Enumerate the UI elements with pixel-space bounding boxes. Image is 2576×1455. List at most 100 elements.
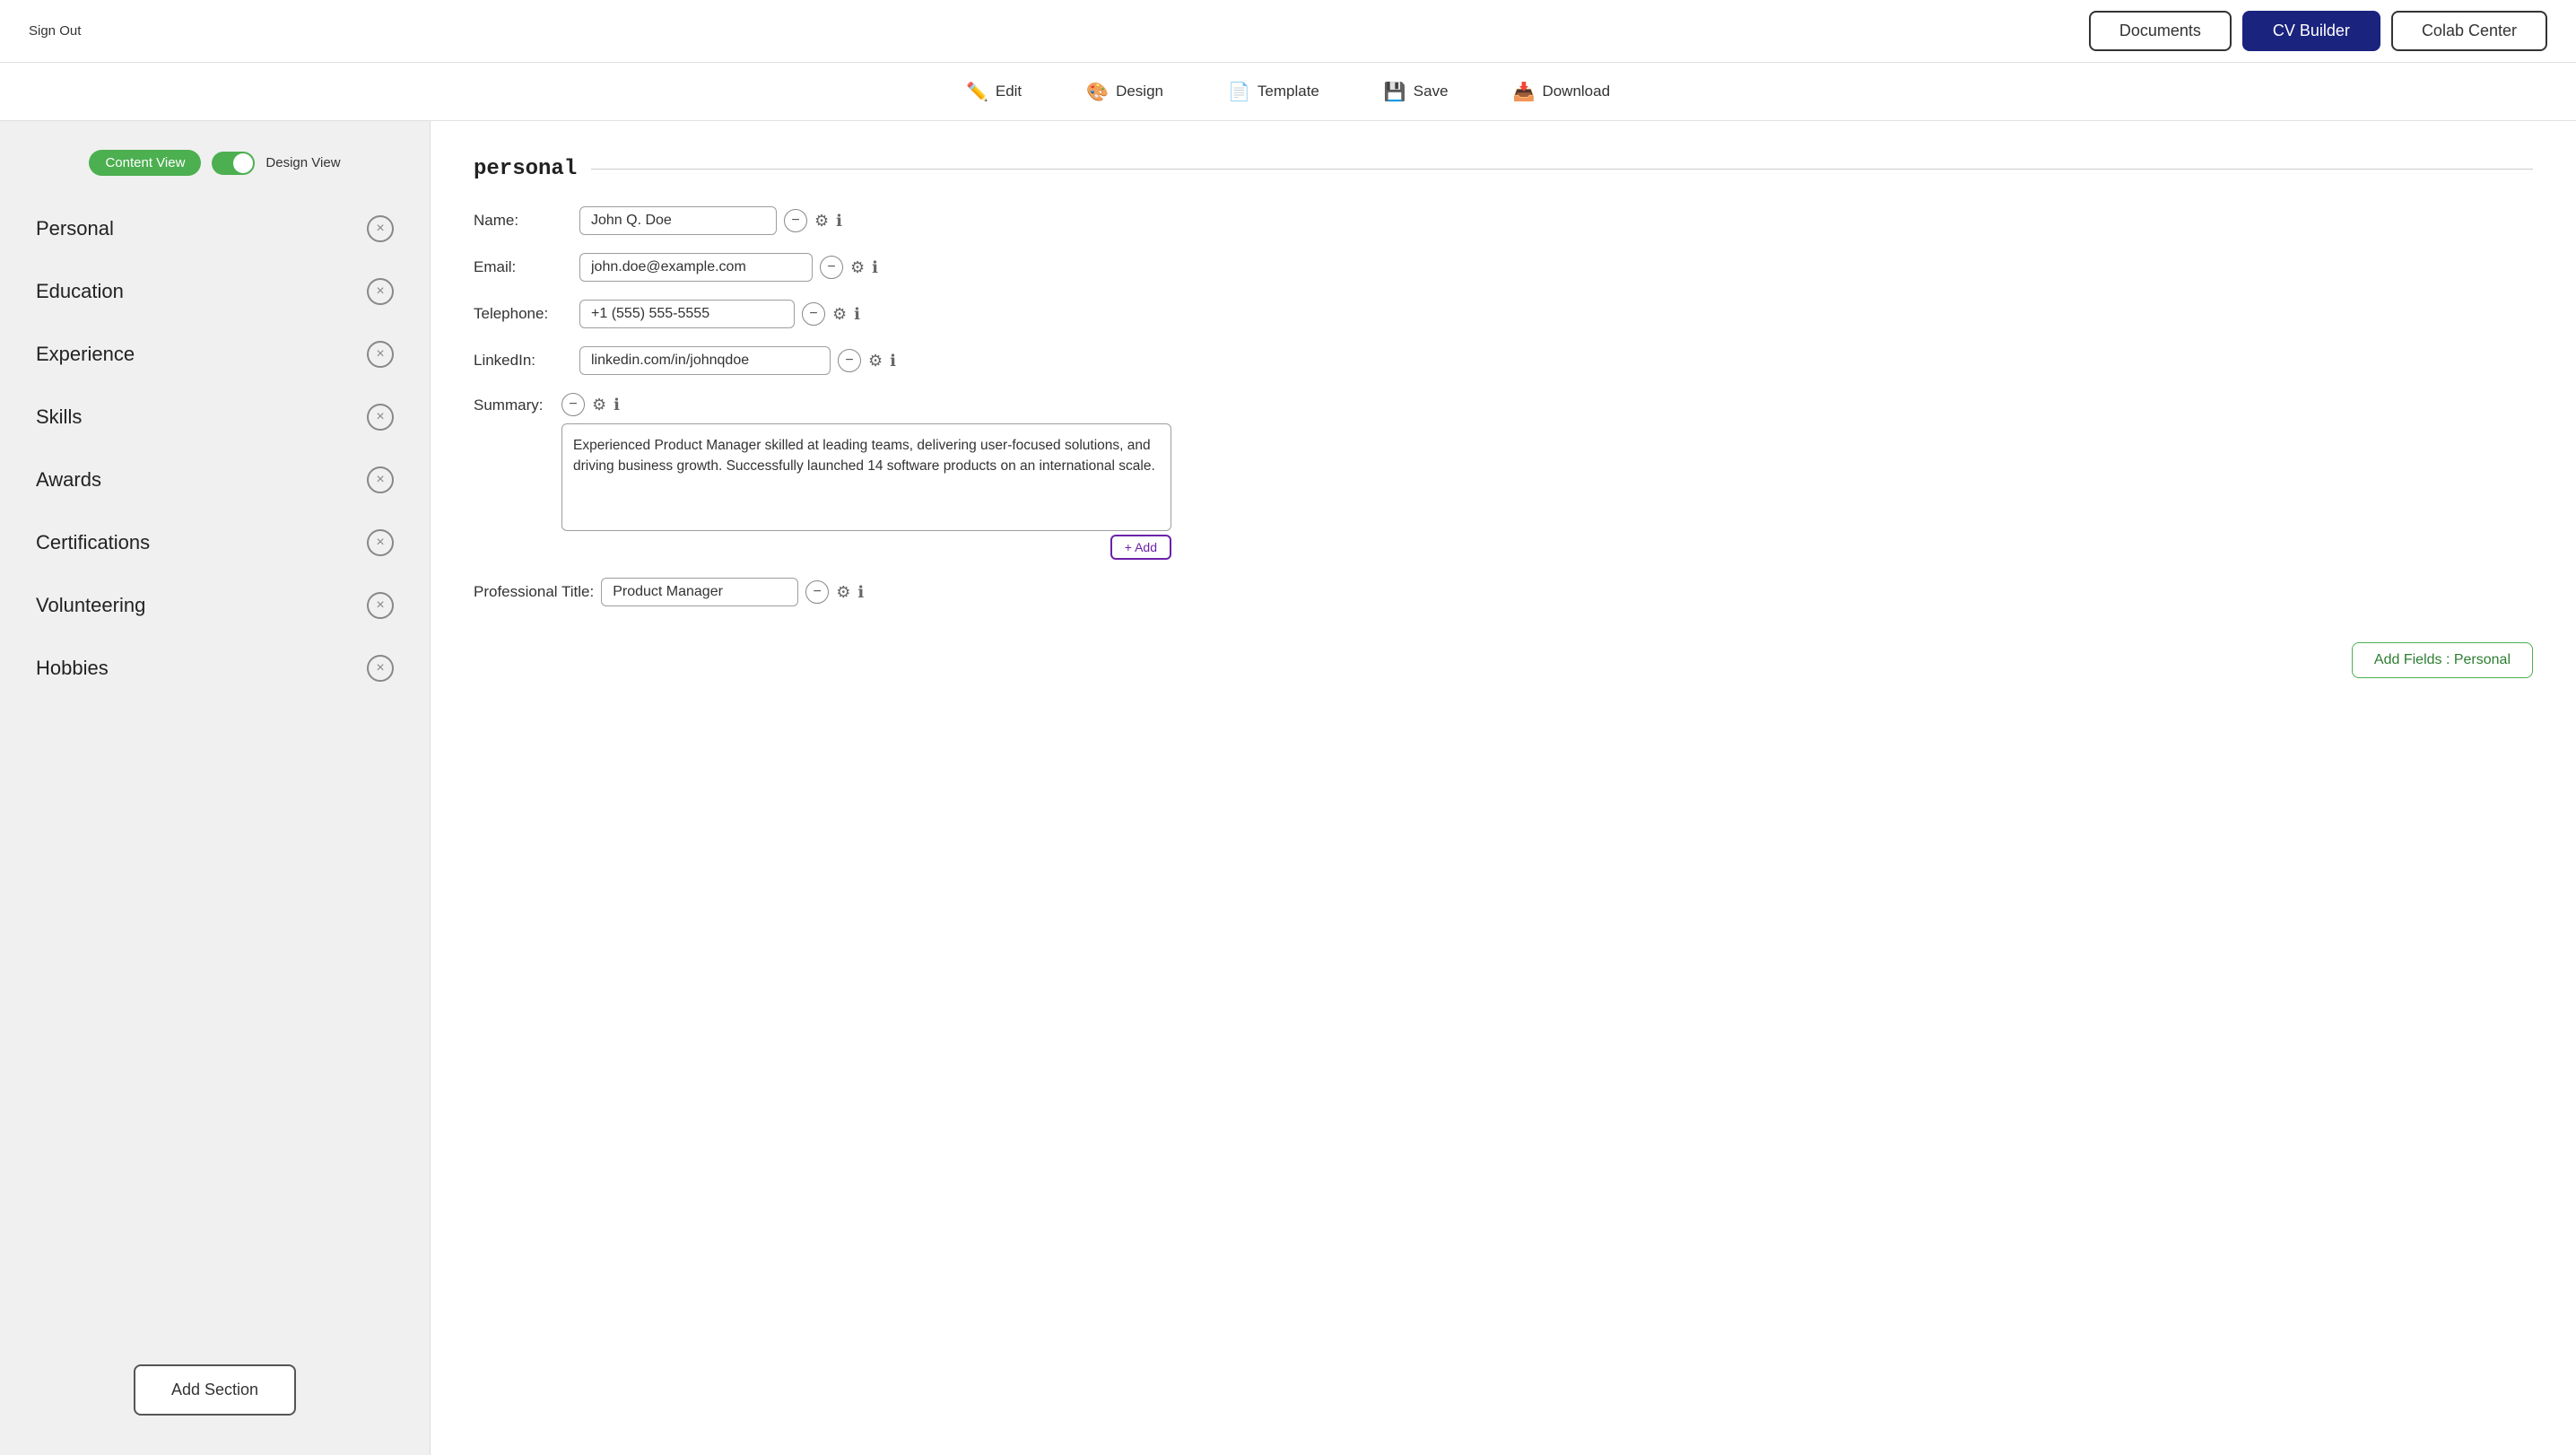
professional-title-remove-button[interactable]: − (805, 580, 829, 604)
professional-title-label: Professional Title: (474, 583, 594, 601)
summary-field-row: Summary: − ⚙ ℹ Experienced Product Manag… (474, 393, 2533, 560)
sidebar-item-skills[interactable]: Skills × (14, 386, 415, 449)
toolbar-edit-label: Edit (996, 83, 1022, 100)
sidebar-item-volunteering-label: Volunteering (36, 594, 145, 617)
toolbar-design[interactable]: 🎨 Design (1075, 75, 1174, 109)
sidebar-item-hobbies[interactable]: Hobbies × (14, 637, 415, 700)
professional-title-input[interactable] (601, 578, 798, 606)
telephone-field-row: Telephone: − ⚙ ℹ (474, 300, 2533, 328)
linkedin-input[interactable] (579, 346, 831, 375)
view-toggle-switch[interactable] (212, 152, 255, 175)
save-icon: 💾 (1384, 81, 1406, 103)
section-title-line (591, 169, 2533, 170)
template-icon: 📄 (1228, 81, 1250, 103)
professional-title-gear-icon[interactable]: ⚙ (836, 583, 850, 602)
toolbar: ✏️ Edit 🎨 Design 📄 Template 💾 Save 📥 Dow… (0, 63, 2576, 121)
main-layout: Content View Design View Personal × Educ… (0, 121, 2576, 1455)
summary-label: Summary: (474, 393, 554, 414)
add-fields-container: Add Fields : Personal (474, 628, 2533, 678)
nav-buttons: Documents CV Builder Colab Center (2089, 11, 2547, 51)
toolbar-template-label: Template (1258, 83, 1319, 100)
sidebar-item-certifications[interactable]: Certifications × (14, 511, 415, 574)
email-remove-button[interactable]: − (820, 256, 843, 279)
telephone-label: Telephone: (474, 305, 572, 323)
remove-experience-button[interactable]: × (367, 341, 394, 368)
toolbar-save-label: Save (1414, 83, 1449, 100)
linkedin-field-row: LinkedIn: − ⚙ ℹ (474, 346, 2533, 375)
toolbar-save[interactable]: 💾 Save (1373, 75, 1459, 109)
design-icon: 🎨 (1086, 81, 1109, 103)
remove-education-button[interactable]: × (367, 278, 394, 305)
email-field-row: Email: − ⚙ ℹ (474, 253, 2533, 282)
remove-certifications-button[interactable]: × (367, 529, 394, 556)
content-view-label: Content View (89, 150, 201, 176)
sidebar-item-certifications-label: Certifications (36, 531, 150, 554)
name-field-row: Name: − ⚙ ℹ (474, 206, 2533, 235)
telephone-info-icon[interactable]: ℹ (854, 305, 860, 324)
email-gear-icon[interactable]: ⚙ (850, 258, 865, 277)
sidebar-item-skills-label: Skills (36, 405, 82, 429)
remove-skills-button[interactable]: × (367, 404, 394, 431)
sidebar-item-awards-label: Awards (36, 468, 101, 492)
summary-remove-button[interactable]: − (561, 393, 585, 416)
telephone-gear-icon[interactable]: ⚙ (832, 305, 847, 324)
professional-title-info-icon[interactable]: ℹ (857, 583, 864, 602)
toolbar-download[interactable]: 📥 Download (1502, 75, 1622, 109)
remove-awards-button[interactable]: × (367, 466, 394, 493)
name-gear-icon[interactable]: ⚙ (814, 212, 829, 231)
summary-top-controls: − ⚙ ℹ (561, 393, 1171, 416)
download-icon: 📥 (1513, 81, 1536, 103)
name-input[interactable] (579, 206, 777, 235)
top-nav: Sign Out Documents CV Builder Colab Cent… (0, 0, 2576, 63)
edit-icon: ✏️ (966, 81, 988, 103)
sidebar-item-awards[interactable]: Awards × (14, 449, 415, 511)
linkedin-info-icon[interactable]: ℹ (890, 352, 896, 370)
name-remove-button[interactable]: − (784, 209, 807, 232)
linkedin-remove-button[interactable]: − (838, 349, 861, 372)
email-info-icon[interactable]: ℹ (872, 258, 878, 277)
view-toggle: Content View Design View (0, 139, 430, 197)
colab-center-button[interactable]: Colab Center (2391, 11, 2547, 51)
documents-button[interactable]: Documents (2089, 11, 2232, 51)
telephone-remove-button[interactable]: − (802, 302, 825, 326)
sidebar-items: Personal × Education × Experience × Skil… (0, 197, 430, 1343)
linkedin-gear-icon[interactable]: ⚙ (868, 352, 883, 370)
email-input[interactable] (579, 253, 813, 282)
sidebar-item-hobbies-label: Hobbies (36, 657, 109, 680)
sign-out-link[interactable]: Sign Out (29, 23, 81, 39)
remove-personal-button[interactable]: × (367, 215, 394, 242)
section-title: personal (474, 157, 2533, 181)
telephone-input[interactable] (579, 300, 795, 328)
remove-volunteering-button[interactable]: × (367, 592, 394, 619)
sidebar-item-education[interactable]: Education × (14, 260, 415, 323)
design-view-label: Design View (265, 155, 340, 170)
plus-add-button[interactable]: + Add (1110, 535, 1171, 560)
email-label: Email: (474, 258, 572, 276)
remove-hobbies-button[interactable]: × (367, 655, 394, 682)
name-info-icon[interactable]: ℹ (836, 212, 842, 231)
sidebar-item-personal[interactable]: Personal × (14, 197, 415, 260)
sidebar: Content View Design View Personal × Educ… (0, 121, 431, 1455)
cv-builder-button[interactable]: CV Builder (2242, 11, 2380, 51)
toolbar-download-label: Download (1542, 83, 1610, 100)
sidebar-item-volunteering[interactable]: Volunteering × (14, 574, 415, 637)
sidebar-item-experience-label: Experience (36, 343, 135, 366)
toggle-knob (233, 153, 253, 173)
summary-gear-icon[interactable]: ⚙ (592, 396, 606, 414)
professional-title-field-row: Professional Title: − ⚙ ℹ (474, 578, 2533, 606)
toolbar-template[interactable]: 📄 Template (1217, 75, 1330, 109)
summary-info-icon[interactable]: ℹ (614, 396, 620, 414)
add-section-button[interactable]: Add Section (134, 1364, 296, 1416)
linkedin-label: LinkedIn: (474, 352, 572, 370)
toolbar-design-label: Design (1116, 83, 1163, 100)
content-area: personal Name: − ⚙ ℹ Email: − ⚙ ℹ Teleph… (431, 121, 2576, 1455)
sidebar-item-education-label: Education (36, 280, 124, 303)
add-fields-personal-button[interactable]: Add Fields : Personal (2352, 642, 2533, 678)
sidebar-item-experience[interactable]: Experience × (14, 323, 415, 386)
toolbar-edit[interactable]: ✏️ Edit (955, 75, 1032, 109)
summary-textarea[interactable]: Experienced Product Manager skilled at l… (561, 423, 1171, 531)
sidebar-item-personal-label: Personal (36, 217, 114, 240)
name-label: Name: (474, 212, 572, 230)
add-section-container: Add Section (0, 1343, 430, 1437)
summary-controls: − ⚙ ℹ Experienced Product Manager skille… (561, 393, 1171, 560)
